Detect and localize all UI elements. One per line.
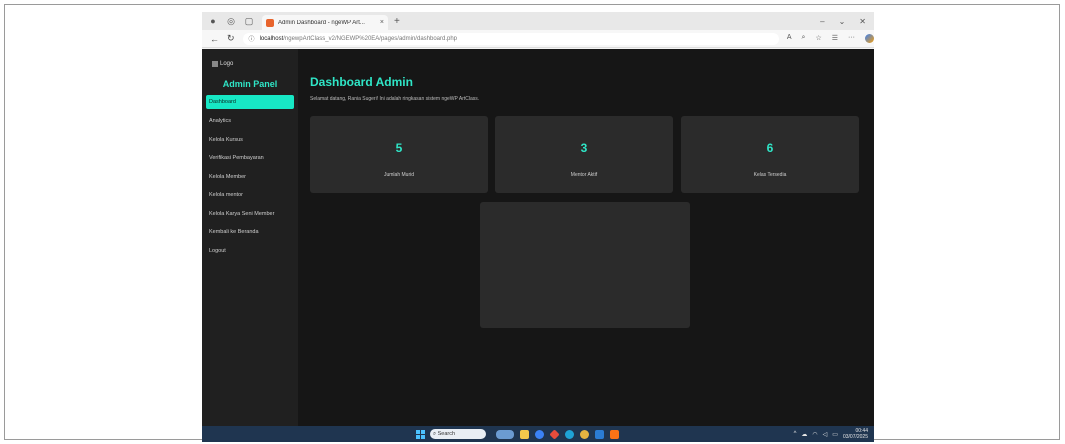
sidebar-item-dashboard[interactable]: Dashboard — [206, 95, 294, 109]
stat-card-mentor-aktif: 3 Mentor Aktif — [495, 116, 673, 193]
zoom-icon[interactable]: ⌕ — [802, 34, 806, 43]
welcome-message: Selamat datang, Rania Sugeri! Ini adalah… — [310, 96, 480, 102]
sidebar: Logo Admin Panel Dashboard Analytics Kel… — [202, 49, 298, 426]
stat-value: 3 — [580, 141, 588, 155]
profile-icon[interactable]: ● — [206, 14, 220, 28]
sidebar-item-verifikasi-pembayaran[interactable]: Verifikasi Pembayaran — [202, 149, 298, 168]
page-viewport: Logo Admin Panel Dashboard Analytics Kel… — [202, 49, 874, 426]
system-tray: ^ ☁ ◠ ◁ ▭ 00:44 03/07/2025 — [794, 428, 874, 440]
sidebar-item-analytics[interactable]: Analytics — [202, 112, 298, 131]
chevron-up-icon[interactable]: ^ — [794, 431, 797, 437]
minimize-icon[interactable]: – — [820, 17, 824, 26]
cloud-icon[interactable]: ☁ — [801, 431, 807, 438]
url-input[interactable]: ⓘ localhost /ngewpArtClass_v2/NGEWP%20EA… — [242, 32, 779, 45]
xampp-app-icon[interactable] — [610, 429, 619, 439]
address-bar: ← ↻ ⓘ localhost /ngewpArtClass_v2/NGEWP%… — [202, 30, 874, 48]
refresh-icon[interactable]: ↻ — [227, 33, 235, 44]
tab-title: Admin Dashboard - ngeWP Art... — [278, 19, 365, 26]
tab-actions-icon[interactable]: ▢ — [242, 14, 256, 28]
clock-date: 03/07/2025 — [842, 434, 868, 440]
edge-app-icon[interactable] — [565, 429, 574, 439]
broken-image-icon — [212, 61, 218, 67]
taskbar-apps — [496, 428, 619, 440]
url-path: /ngewpArtClass_v2/NGEWP%20EA/pages/admin… — [283, 35, 458, 42]
browser-app-icon[interactable] — [535, 429, 544, 439]
panel-title: Admin Panel — [222, 79, 278, 89]
search-placeholder: Search — [437, 431, 456, 437]
page-title: Dashboard Admin — [310, 75, 413, 89]
windows-start-icon[interactable] — [416, 429, 425, 439]
browser-window: ● ◎ ▢ Admin Dashboard - ngeWP Art... × +… — [202, 12, 874, 442]
stat-label: Kelas Tersedia — [753, 172, 787, 178]
taskbar: ⌕ Search ^ ☁ ◠ ◁ ▭ 00:44 03/07/2025 — [202, 426, 874, 442]
read-aloud-icon[interactable]: A — [787, 34, 792, 43]
more-icon[interactable]: ··· — [848, 34, 855, 43]
stat-value: 5 — [395, 141, 403, 155]
clock[interactable]: 00:44 03/07/2025 — [843, 428, 868, 440]
favorites-icon[interactable]: ☰ — [832, 34, 838, 43]
volume-icon[interactable]: ◁ — [823, 431, 828, 438]
file-explorer-icon[interactable] — [520, 429, 529, 439]
sidebar-item-kelola-kursus[interactable]: Kelola Kursus — [202, 131, 298, 150]
word-app-icon[interactable] — [595, 429, 604, 439]
window-controls: – ⌄ ✕ — [820, 17, 874, 26]
workspaces-icon[interactable]: ◎ — [224, 14, 238, 28]
taskbar-search[interactable]: ⌕ Search — [430, 429, 486, 439]
sidebar-item-kelola-mentor[interactable]: Kelola mentor — [202, 186, 298, 205]
favorite-star-icon[interactable]: ☆ — [815, 34, 821, 43]
logo-text: Logo — [220, 61, 234, 67]
stat-label: Jumlah Murid — [383, 172, 414, 178]
sidebar-item-kelola-member[interactable]: Kelola Member — [202, 168, 298, 187]
git-app-icon[interactable] — [549, 428, 560, 440]
close-tab-icon[interactable]: × — [380, 19, 384, 26]
wifi-icon[interactable]: ◠ — [812, 431, 817, 438]
url-host: localhost — [259, 35, 284, 42]
back-arrow-icon[interactable]: ← — [210, 34, 219, 44]
widgets-icon[interactable] — [496, 429, 514, 439]
sidebar-item-kembali-ke-beranda[interactable]: Kembali ke Beranda — [202, 223, 298, 242]
battery-icon[interactable]: ▭ — [832, 431, 838, 438]
sidebar-item-logout[interactable]: Logout — [202, 242, 298, 261]
stat-card-jumlah-murid: 5 Jumlah Murid — [310, 116, 488, 193]
favicon-icon — [266, 18, 274, 27]
copilot-icon[interactable] — [865, 34, 874, 43]
tab-admin-dashboard[interactable]: Admin Dashboard - ngeWP Art... × — [262, 15, 388, 30]
info-icon[interactable]: ⓘ — [249, 34, 255, 43]
new-tab-button[interactable]: + — [394, 16, 400, 27]
stat-card-kelas-tersedia: 6 Kelas Tersedia — [681, 116, 859, 193]
sidebar-item-kelola-karya-seni[interactable]: Kelola Karya Seni Member — [202, 205, 298, 224]
chevron-down-icon[interactable]: ⌄ — [839, 17, 846, 26]
stat-value: 6 — [766, 141, 774, 155]
address-bar-tools: A ⌕ ☆ ☰ ··· — [787, 34, 874, 43]
logo: Logo — [202, 57, 298, 71]
stat-label: Mentor Aktif — [570, 172, 598, 178]
main-content: Dashboard Admin Selamat datang, Rania Su… — [298, 49, 874, 426]
chrome-app-icon[interactable] — [580, 429, 589, 439]
tab-strip: ● ◎ ▢ Admin Dashboard - ngeWP Art... × +… — [202, 12, 874, 30]
close-icon[interactable]: ✕ — [859, 17, 866, 26]
chart-panel — [480, 202, 690, 328]
